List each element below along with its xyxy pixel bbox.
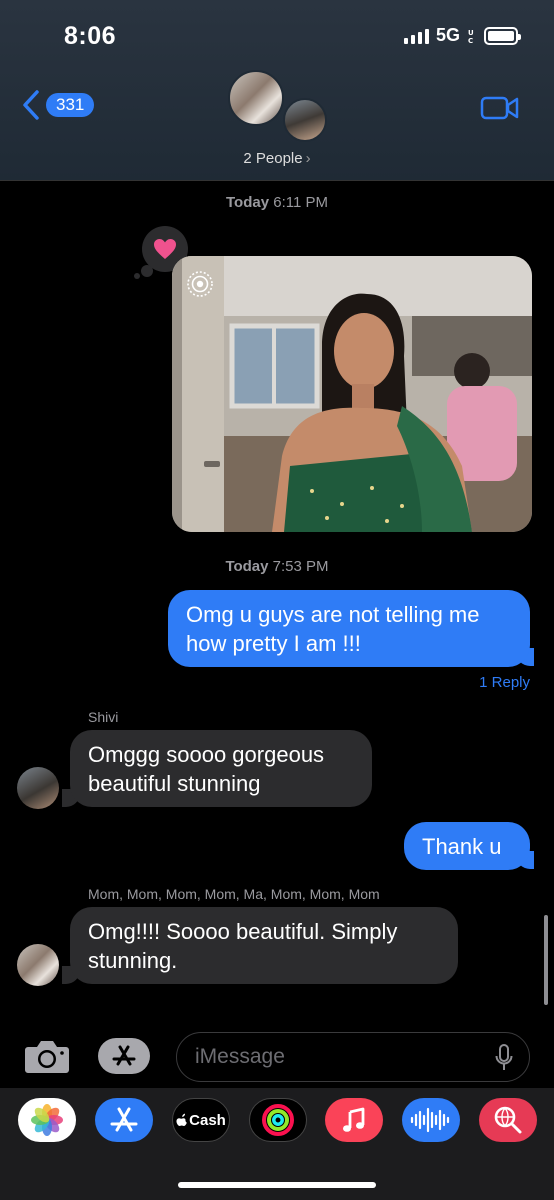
group-people-link[interactable]: 2 People › [0, 150, 554, 167]
svg-text:C: C [468, 37, 473, 44]
message-input[interactable]: iMessage [176, 1032, 530, 1082]
status-indicators: 5G U C [403, 25, 521, 46]
image-search-icon [494, 1106, 522, 1134]
app-activity[interactable] [249, 1098, 307, 1142]
sender-name: Mom, Mom, Mom, Mom, Ma, Mom, Mom, Mom [88, 886, 380, 902]
battery-icon [484, 26, 521, 45]
message-text: Thank u [422, 834, 502, 859]
photo-image [172, 256, 532, 532]
back-button[interactable]: 331 [22, 90, 95, 120]
tapback-tail [141, 265, 153, 277]
network-label: 5G [435, 25, 460, 45]
apple-cash-icon [176, 1113, 187, 1126]
audio-message-icon [410, 1107, 450, 1133]
app-app-store[interactable] [95, 1098, 153, 1142]
message-text: Omggg soooo gorgeous beautiful stunning [88, 742, 325, 796]
microphone-icon [495, 1044, 513, 1070]
incoming-message-bubble[interactable]: Omg!!!! Soooo beautiful. Simply stunning… [70, 907, 458, 984]
uc-icon: U C [468, 29, 474, 44]
apple-cash-label: Cash [189, 1111, 226, 1129]
scrollbar[interactable] [544, 915, 548, 1005]
conversation-header: 8:06 5G U C 331 2 People › [0, 0, 554, 181]
avatar[interactable] [17, 767, 59, 809]
dictation-button[interactable] [495, 1044, 513, 1077]
activity-icon [262, 1104, 294, 1136]
app-apple-cash[interactable]: Cash [172, 1098, 230, 1142]
home-indicator[interactable] [178, 1182, 376, 1188]
app-drawer-button[interactable] [98, 1038, 150, 1074]
message-text: Omg!!!! Soooo beautiful. Simply stunning… [88, 919, 398, 973]
incoming-message-bubble[interactable]: Omggg soooo gorgeous beautiful stunning [70, 730, 372, 807]
tapback-tail [134, 273, 140, 279]
sender-name: Shivi [88, 709, 119, 725]
camera-icon [25, 1041, 69, 1073]
app-photos[interactable] [18, 1098, 76, 1142]
chevron-left-icon [23, 90, 39, 120]
timestamp: Today 7:53 PM [225, 558, 329, 575]
group-avatars[interactable] [228, 70, 328, 144]
photos-icon [31, 1104, 63, 1136]
timestamp: Today 6:11 PM [226, 194, 328, 211]
signal-icon [403, 28, 429, 44]
unread-count-badge: 331 [46, 93, 95, 117]
app-store-icon [110, 1107, 138, 1132]
app-audio-message[interactable] [402, 1098, 460, 1142]
outgoing-message-bubble[interactable]: Thank u [404, 822, 530, 870]
avatar[interactable] [17, 944, 59, 986]
app-image-search[interactable] [479, 1098, 537, 1142]
message-input-placeholder: iMessage [195, 1045, 285, 1068]
people-label: 2 People [243, 150, 303, 167]
reply-thread-link[interactable]: 1 Reply [479, 674, 530, 691]
heart-icon [154, 239, 176, 259]
chevron-right-icon: › [305, 150, 311, 167]
avatar [228, 70, 284, 126]
app-store-icon [112, 1045, 136, 1066]
music-icon [343, 1107, 365, 1132]
avatar [283, 98, 327, 142]
camera-button[interactable] [24, 1038, 70, 1079]
video-camera-icon [480, 96, 519, 120]
svg-text:U: U [468, 29, 474, 37]
photo-attachment[interactable] [172, 256, 532, 532]
message-text: Omg u guys are not telling me how pretty… [186, 602, 480, 656]
status-time: 8:06 [64, 22, 117, 50]
app-music[interactable] [325, 1098, 383, 1142]
outgoing-message-bubble[interactable]: Omg u guys are not telling me how pretty… [168, 590, 530, 667]
facetime-video-button[interactable] [480, 95, 520, 126]
live-photo-icon [186, 270, 214, 303]
